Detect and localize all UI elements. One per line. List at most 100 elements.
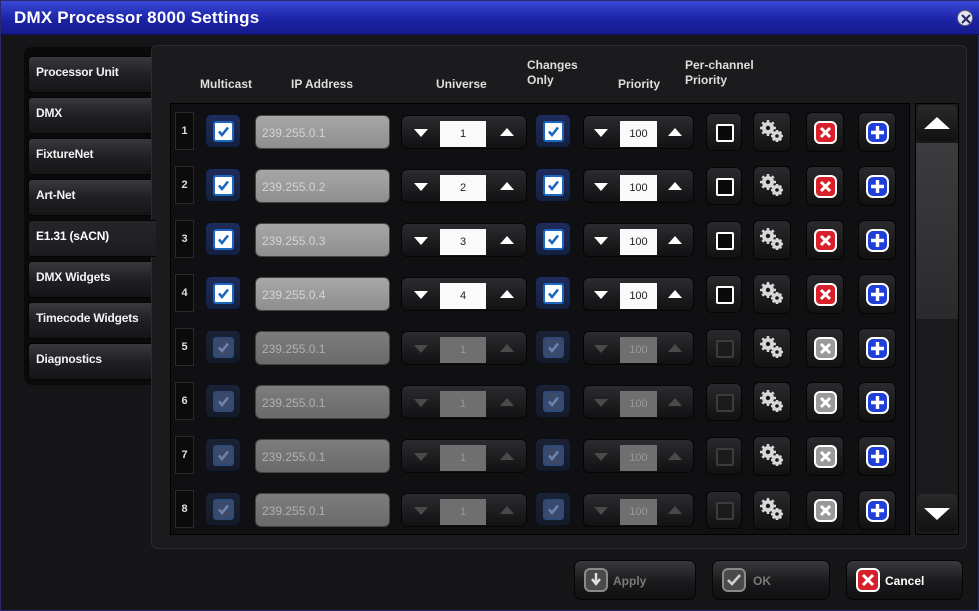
priority-value[interactable]: 100	[620, 391, 657, 417]
delete-button[interactable]	[806, 220, 844, 260]
per-channel-priority-checkbox[interactable]	[706, 491, 742, 529]
universe-value[interactable]: 3	[440, 229, 486, 255]
per-channel-priority-checkbox[interactable]	[706, 383, 742, 421]
increment-icon[interactable]	[500, 182, 514, 190]
gears-icon[interactable]	[753, 382, 791, 422]
universe-spinner[interactable]: 4	[401, 277, 527, 311]
priority-value[interactable]: 100	[620, 337, 657, 363]
decrement-icon[interactable]	[414, 183, 428, 191]
tab-fixturenet[interactable]: FixtureNet	[28, 138, 152, 175]
multicast-checkbox[interactable]	[205, 222, 241, 256]
priority-value[interactable]: 100	[620, 283, 657, 309]
increment-icon[interactable]	[668, 452, 682, 460]
gears-icon[interactable]	[753, 112, 791, 152]
priority-spinner[interactable]: 100	[583, 277, 694, 311]
changes-only-checkbox[interactable]	[535, 438, 571, 472]
priority-spinner[interactable]: 100	[583, 115, 694, 149]
universe-value[interactable]: 1	[440, 445, 486, 471]
universe-spinner[interactable]: 1	[401, 493, 527, 527]
changes-only-checkbox[interactable]	[535, 276, 571, 310]
priority-spinner[interactable]: 100	[583, 169, 694, 203]
ip-address-field[interactable]: 239.255.0.1	[255, 115, 390, 149]
delete-button[interactable]	[806, 382, 844, 422]
universe-value[interactable]: 2	[440, 175, 486, 201]
increment-icon[interactable]	[500, 452, 514, 460]
decrement-icon[interactable]	[594, 237, 608, 245]
gears-icon[interactable]	[753, 328, 791, 368]
increment-icon[interactable]	[668, 290, 682, 298]
priority-value[interactable]: 100	[620, 445, 657, 471]
increment-icon[interactable]	[500, 506, 514, 514]
scroll-down-button[interactable]	[917, 494, 957, 532]
multicast-checkbox[interactable]	[205, 384, 241, 418]
changes-only-checkbox[interactable]	[535, 114, 571, 148]
priority-spinner[interactable]: 100	[583, 331, 694, 365]
increment-icon[interactable]	[500, 128, 514, 136]
ip-address-field[interactable]: 239.255.0.4	[255, 277, 390, 311]
priority-spinner[interactable]: 100	[583, 493, 694, 527]
add-button[interactable]	[858, 220, 896, 260]
add-button[interactable]	[858, 328, 896, 368]
delete-button[interactable]	[806, 112, 844, 152]
tab-e1-31-sacn[interactable]: E1.31 (sACN)	[28, 220, 156, 257]
add-button[interactable]	[858, 490, 896, 530]
tab-art-net[interactable]: Art-Net	[28, 179, 152, 216]
decrement-icon[interactable]	[594, 453, 608, 461]
multicast-checkbox[interactable]	[205, 168, 241, 202]
delete-button[interactable]	[806, 490, 844, 530]
decrement-icon[interactable]	[594, 129, 608, 137]
delete-button[interactable]	[806, 328, 844, 368]
increment-icon[interactable]	[668, 398, 682, 406]
cancel-button[interactable]: Cancel	[846, 560, 963, 600]
increment-icon[interactable]	[500, 344, 514, 352]
ip-address-field[interactable]: 239.255.0.3	[255, 223, 390, 257]
tab-diagnostics[interactable]: Diagnostics	[28, 343, 152, 380]
ip-address-field[interactable]: 239.255.0.2	[255, 169, 390, 203]
multicast-checkbox[interactable]	[205, 492, 241, 526]
changes-only-checkbox[interactable]	[535, 168, 571, 202]
changes-only-checkbox[interactable]	[535, 492, 571, 526]
add-button[interactable]	[858, 436, 896, 476]
per-channel-priority-checkbox[interactable]	[706, 221, 742, 259]
multicast-checkbox[interactable]	[205, 276, 241, 310]
decrement-icon[interactable]	[414, 237, 428, 245]
decrement-icon[interactable]	[414, 399, 428, 407]
scrollbar-thumb[interactable]	[916, 143, 958, 319]
add-button[interactable]	[858, 274, 896, 314]
ip-address-field[interactable]: 239.255.0.1	[255, 439, 390, 473]
decrement-icon[interactable]	[594, 399, 608, 407]
apply-button[interactable]: Apply	[574, 560, 696, 600]
per-channel-priority-checkbox[interactable]	[706, 167, 742, 205]
tab-dmx[interactable]: DMX	[28, 97, 152, 134]
gears-icon[interactable]	[753, 490, 791, 530]
add-button[interactable]	[858, 166, 896, 206]
increment-icon[interactable]	[500, 236, 514, 244]
per-channel-priority-checkbox[interactable]	[706, 113, 742, 151]
per-channel-priority-checkbox[interactable]	[706, 275, 742, 313]
universe-value[interactable]: 1	[440, 391, 486, 417]
universe-spinner[interactable]: 1	[401, 385, 527, 419]
decrement-icon[interactable]	[414, 507, 428, 515]
close-icon[interactable]	[957, 10, 973, 26]
decrement-icon[interactable]	[594, 291, 608, 299]
per-channel-priority-checkbox[interactable]	[706, 437, 742, 475]
universe-value[interactable]: 1	[440, 499, 486, 525]
priority-value[interactable]: 100	[620, 499, 657, 525]
decrement-icon[interactable]	[414, 291, 428, 299]
universe-value[interactable]: 1	[440, 337, 486, 363]
decrement-icon[interactable]	[414, 345, 428, 353]
universe-spinner[interactable]: 1	[401, 439, 527, 473]
multicast-checkbox[interactable]	[205, 114, 241, 148]
priority-value[interactable]: 100	[620, 175, 657, 201]
gears-icon[interactable]	[753, 220, 791, 260]
multicast-checkbox[interactable]	[205, 330, 241, 364]
increment-icon[interactable]	[668, 344, 682, 352]
priority-spinner[interactable]: 100	[583, 223, 694, 257]
delete-button[interactable]	[806, 274, 844, 314]
priority-spinner[interactable]: 100	[583, 385, 694, 419]
ip-address-field[interactable]: 239.255.0.1	[255, 493, 390, 527]
changes-only-checkbox[interactable]	[535, 222, 571, 256]
changes-only-checkbox[interactable]	[535, 384, 571, 418]
scroll-up-button[interactable]	[917, 105, 957, 141]
universe-value[interactable]: 4	[440, 283, 486, 309]
